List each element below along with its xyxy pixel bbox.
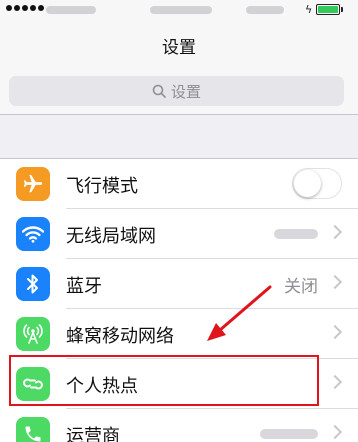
arrow-annotation-icon [207, 285, 272, 341]
settings-screen: ϟ 设置 设置 飞行模式 无线局域网 蓝牙 关闭 蜂窝移动网络 个人热点 运营商 [0, 0, 358, 442]
